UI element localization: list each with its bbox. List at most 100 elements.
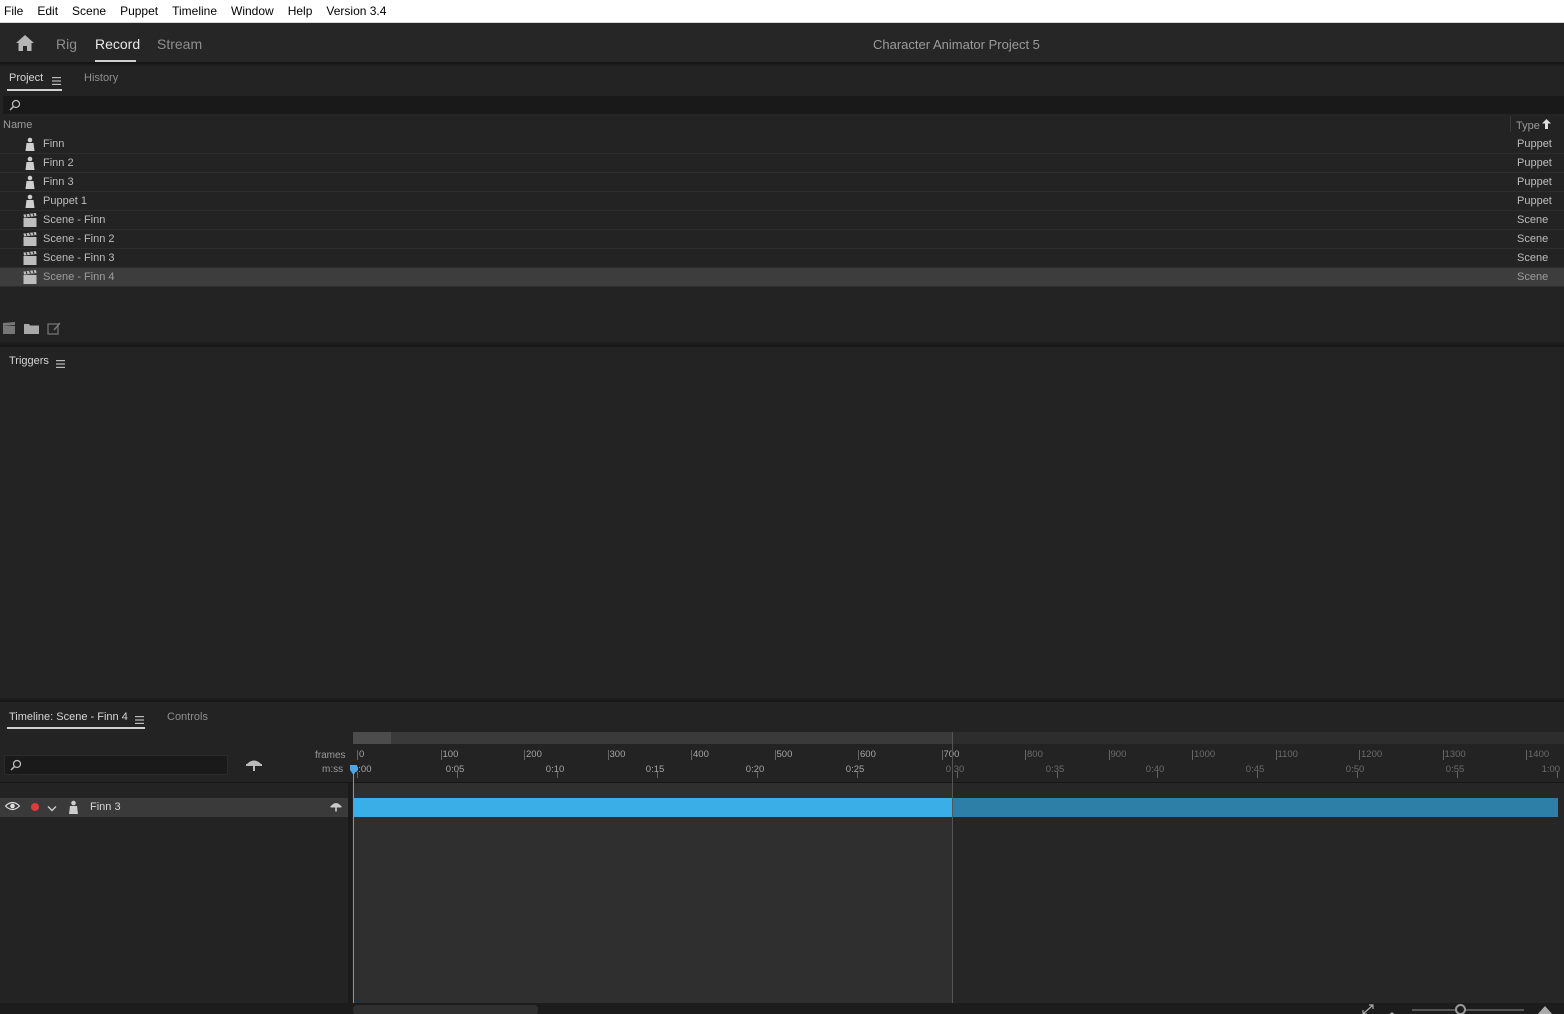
tab-rig[interactable]: Rig — [56, 36, 77, 52]
project-item-row[interactable]: Scene - Finn Scene — [0, 211, 1564, 230]
work-area-range[interactable] — [353, 732, 953, 744]
project-item-type: Puppet — [1517, 138, 1552, 150]
project-item-row[interactable]: Finn 2 Puppet — [0, 154, 1564, 173]
project-title: Character Animator Project 5 — [873, 37, 1040, 52]
search-icon — [10, 759, 22, 771]
frame-tick — [691, 750, 692, 760]
puppet-icon — [23, 194, 37, 208]
project-item-row[interactable]: Scene - Finn 2 Scene — [0, 230, 1564, 249]
tab-controls[interactable]: Controls — [167, 711, 208, 723]
zoom-slider-handle[interactable] — [1455, 1004, 1466, 1014]
track-name[interactable]: Finn 3 — [90, 801, 121, 813]
eye-icon[interactable] — [4, 800, 21, 815]
panel-menu-icon[interactable] — [56, 357, 65, 371]
project-item-name: Scene - Finn 4 — [43, 271, 115, 283]
frame-tick — [1275, 750, 1277, 760]
frame-tick — [607, 750, 609, 760]
panel-menu-icon[interactable] — [52, 74, 61, 88]
new-scene-icon[interactable] — [2, 322, 16, 338]
project-item-name: Finn — [43, 138, 65, 150]
column-header-type[interactable]: Type — [1516, 119, 1551, 132]
scene-icon — [23, 232, 37, 246]
panel-splitter[interactable] — [348, 783, 352, 1003]
menu-file[interactable]: File — [4, 4, 23, 18]
menu-scene[interactable]: Scene — [72, 4, 106, 18]
frame-tick-label: 100 — [442, 749, 459, 760]
frame-tick — [941, 750, 943, 760]
project-item-row[interactable]: Finn 3 Puppet — [0, 173, 1564, 192]
column-header-type-label: Type — [1516, 120, 1540, 132]
time-tick-label: 0:35 — [1045, 764, 1065, 775]
active-tab-indicator — [7, 89, 62, 91]
frame-tick — [1359, 750, 1360, 760]
zoom-slider[interactable] — [1412, 1009, 1524, 1011]
zoom-in-icon[interactable] — [1536, 1004, 1554, 1014]
track-clip-in-work-area[interactable] — [353, 798, 952, 817]
project-item-type: Puppet — [1517, 157, 1552, 169]
timeline-search-input[interactable] — [4, 755, 228, 775]
time-tick-label: 0:10 — [545, 764, 565, 775]
playhead[interactable] — [353, 769, 354, 1003]
panel-menu-icon[interactable] — [135, 713, 144, 727]
frame-tick — [1442, 750, 1444, 760]
menu-help[interactable]: Help — [288, 4, 313, 18]
time-tick-label: 0:50 — [1345, 764, 1365, 775]
edit-icon[interactable] — [47, 322, 61, 338]
frame-tick-label: 200 — [526, 749, 542, 760]
project-item-row[interactable]: Scene - Finn 3 Scene — [0, 249, 1564, 268]
project-item-type: Puppet — [1517, 195, 1552, 207]
home-icon[interactable] — [14, 33, 36, 53]
tracks-area[interactable] — [350, 732, 1564, 1003]
column-divider[interactable] — [1510, 116, 1511, 132]
frame-tick — [1025, 750, 1026, 760]
frame-tick-label: 300 — [609, 749, 626, 760]
chevron-down-icon[interactable] — [47, 802, 57, 816]
tab-history[interactable]: History — [84, 72, 118, 84]
zoom-out-icon[interactable] — [1386, 1006, 1398, 1014]
project-item-name: Finn 3 — [43, 176, 74, 188]
menu-window[interactable]: Window — [231, 4, 274, 18]
arm-track-icon[interactable] — [330, 800, 342, 815]
menu-timeline[interactable]: Timeline — [172, 4, 217, 18]
fit-icon[interactable] — [1362, 1004, 1374, 1014]
time-tick-label: 0:05 — [445, 764, 465, 775]
new-folder-icon[interactable] — [24, 322, 39, 338]
time-tick-label: 0:55 — [1445, 764, 1465, 775]
project-search-input[interactable] — [3, 96, 1564, 114]
record-arm-icon[interactable] — [31, 803, 39, 811]
scene-icon — [23, 251, 37, 265]
frame-tick-label: 400 — [693, 749, 709, 760]
playhead-handle-icon[interactable] — [350, 765, 357, 775]
horizontal-scrollbar[interactable] — [353, 1005, 538, 1014]
column-header-name[interactable]: Name — [3, 119, 32, 131]
tab-timeline[interactable]: Timeline: Scene - Finn 4 — [9, 711, 128, 723]
menu-edit[interactable]: Edit — [37, 4, 58, 18]
timeline-footer — [0, 1003, 1564, 1014]
arm-all-tracks-icon[interactable] — [245, 757, 263, 774]
work-area-start-handle[interactable] — [353, 732, 391, 744]
timeline-panel: Timeline: Scene - Finn 4 Controls frames… — [0, 700, 1564, 1014]
project-item-type: Scene — [1517, 252, 1549, 264]
frame-tick — [1526, 750, 1527, 760]
track-row[interactable]: Finn 3 — [0, 798, 348, 817]
time-ruler[interactable]: 0100200300400500600700800900100011001200… — [353, 732, 1564, 782]
frame-tick-label: 1300 — [1444, 749, 1466, 760]
frame-tick-label: 0 — [359, 749, 365, 760]
tab-stream[interactable]: Stream — [157, 36, 202, 52]
project-item-name: Scene - Finn — [43, 214, 106, 226]
project-item-row[interactable]: Finn Puppet — [0, 135, 1564, 154]
project-item-row[interactable]: Puppet 1 Puppet — [0, 192, 1564, 211]
frame-tick — [440, 750, 442, 760]
project-item-row[interactable]: Scene - Finn 4 Scene — [0, 268, 1564, 287]
work-area-bar[interactable] — [353, 732, 1564, 744]
work-area-end-line — [952, 732, 953, 1003]
menu-puppet[interactable]: Puppet — [120, 4, 158, 18]
time-tick-label: 0:20 — [745, 764, 765, 775]
project-item-type: Scene — [1517, 233, 1549, 245]
tab-project[interactable]: Project — [9, 72, 43, 84]
tab-record[interactable]: Record — [95, 36, 140, 52]
frame-tick — [858, 750, 859, 760]
time-tick-label: 1:00 — [1541, 764, 1561, 775]
triggers-title[interactable]: Triggers — [9, 355, 49, 367]
frame-tick — [774, 750, 776, 760]
